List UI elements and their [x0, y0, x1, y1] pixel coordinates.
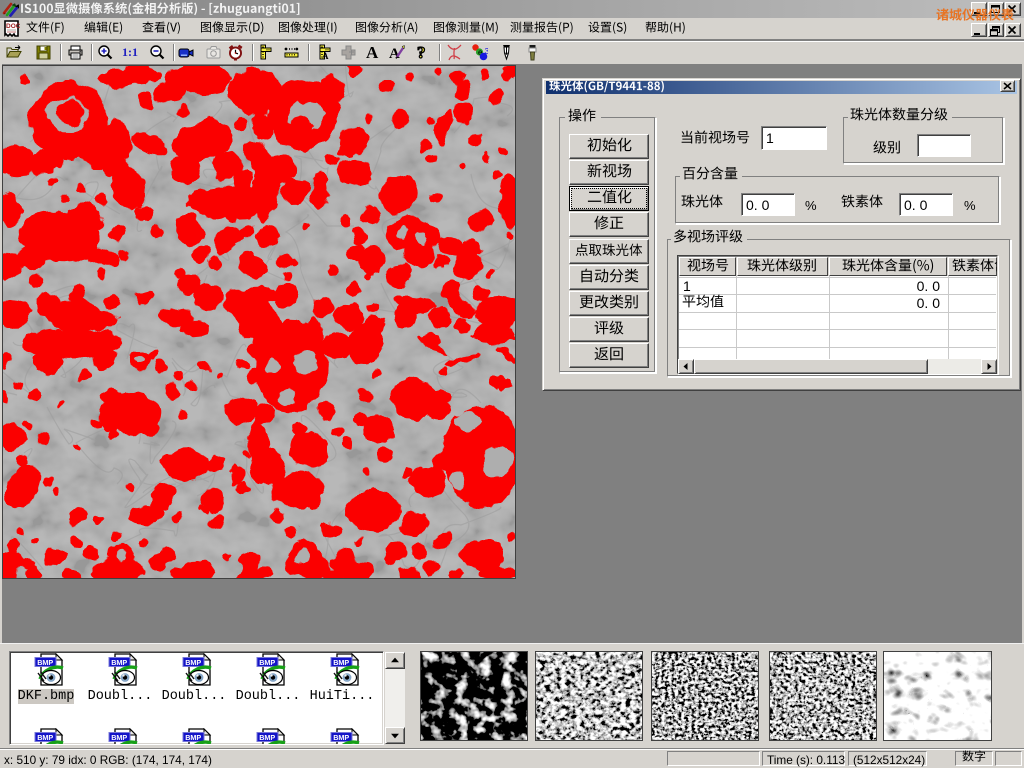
svg-text:BMP: BMP [333, 733, 349, 742]
svg-text:BMP: BMP [37, 733, 53, 742]
svg-text:DOC: DOC [6, 23, 20, 30]
svg-text:BMP: BMP [37, 658, 53, 667]
svg-text:BMP: BMP [111, 733, 127, 742]
svg-text:3: 3 [485, 46, 489, 56]
svg-text:BMP: BMP [111, 658, 127, 667]
svg-text:BMP: BMP [259, 658, 275, 667]
svg-text:BMP: BMP [333, 658, 349, 667]
svg-text:A: A [322, 51, 329, 61]
svg-text:BMP: BMP [185, 733, 201, 742]
svg-text:BMP: BMP [259, 733, 275, 742]
svg-text:BMP: BMP [185, 658, 201, 667]
